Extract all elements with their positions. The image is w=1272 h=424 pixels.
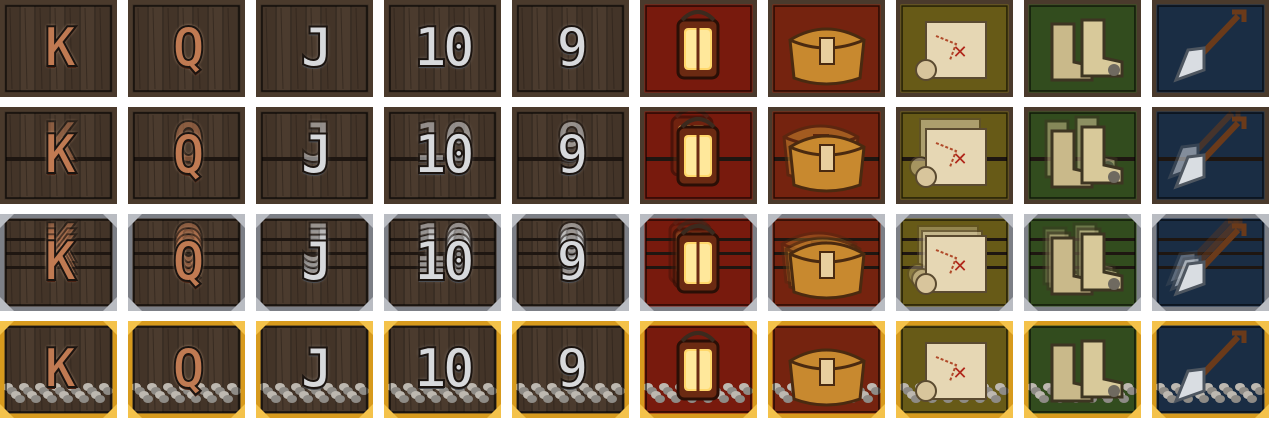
symbol-glyph: 9 bbox=[555, 15, 590, 80]
symbol-9-double-tile: 99 bbox=[512, 107, 629, 204]
symbol-k-plain-tile: K bbox=[0, 0, 117, 97]
symbol-glyph: K bbox=[43, 122, 78, 187]
symbol-shovel-stacked-tile bbox=[1152, 214, 1269, 311]
symbol-map-scroll-gold-tile: ✕ bbox=[896, 321, 1013, 418]
symbol-k-gold-tile: K bbox=[0, 321, 117, 418]
satchel-icon bbox=[788, 27, 866, 86]
symbol-boots-stacked-tile bbox=[1024, 214, 1141, 311]
symbol-j-stacked-tile: JJJJ bbox=[256, 214, 373, 311]
symbol-satchel-stacked-tile bbox=[768, 214, 885, 311]
svg-text:✕: ✕ bbox=[952, 363, 967, 384]
symbol-q-stacked-tile: QQQQ bbox=[128, 214, 245, 311]
symbol-glyph: Q bbox=[171, 229, 206, 294]
symbol-glyph: Q bbox=[171, 15, 206, 80]
symbol-map-scroll-double-tile: ✕ ✕ bbox=[896, 107, 1013, 204]
symbol-glyph: Q bbox=[171, 122, 206, 187]
symbol-k-double-tile: KK bbox=[0, 107, 117, 204]
symbol-sprite-sheet: K Q J 10 9 ✕ K K Q Q J J 10 10 9 9 ✕ K K… bbox=[0, 0, 1272, 424]
lantern-icon bbox=[676, 331, 720, 401]
symbol-satchel-plain-tile bbox=[768, 0, 885, 97]
symbol-shovel-double-tile bbox=[1152, 107, 1269, 204]
symbol-boots-plain-tile bbox=[1024, 0, 1141, 97]
symbol-glyph: K bbox=[43, 229, 78, 294]
lantern-icon bbox=[676, 10, 720, 80]
symbol-lantern-gold-tile bbox=[640, 321, 757, 418]
symbol-glyph: J bbox=[299, 15, 334, 80]
map-scroll-icon: ✕ bbox=[915, 21, 987, 81]
map-scroll-icon: ✕ bbox=[915, 235, 987, 295]
symbol-glyph: 9 bbox=[555, 229, 590, 294]
symbol-10-plain-tile: 10 bbox=[384, 0, 501, 97]
symbol-lantern-plain-tile bbox=[640, 0, 757, 97]
symbol-q-gold-tile: Q bbox=[128, 321, 245, 418]
satchel-icon bbox=[788, 241, 866, 300]
symbol-glyph: K bbox=[43, 336, 78, 401]
map-scroll-icon: ✕ bbox=[915, 128, 987, 188]
svg-text:✕: ✕ bbox=[952, 149, 967, 170]
symbol-lantern-double-tile bbox=[640, 107, 757, 204]
symbol-satchel-double-tile bbox=[768, 107, 885, 204]
symbol-k-stacked-tile: KKKK bbox=[0, 214, 117, 311]
symbol-glyph: J bbox=[299, 336, 334, 401]
symbol-j-gold-tile: J bbox=[256, 321, 373, 418]
symbol-9-plain-tile: 9 bbox=[512, 0, 629, 97]
symbol-glyph: Q bbox=[171, 336, 206, 401]
symbol-glyph: 10 bbox=[413, 122, 476, 187]
symbol-9-gold-tile: 9 bbox=[512, 321, 629, 418]
symbol-glyph: J bbox=[299, 122, 334, 187]
symbol-glyph: K bbox=[43, 15, 78, 80]
satchel-icon bbox=[788, 348, 866, 407]
symbol-q-plain-tile: Q bbox=[128, 0, 245, 97]
symbol-satchel-gold-tile bbox=[768, 321, 885, 418]
symbol-glyph: 10 bbox=[413, 336, 476, 401]
symbol-glyph: J bbox=[299, 229, 334, 294]
symbol-glyph: 9 bbox=[555, 336, 590, 401]
symbol-boots-double-tile bbox=[1024, 107, 1141, 204]
symbol-lantern-stacked-tile bbox=[640, 214, 757, 311]
symbol-glyph: 9 bbox=[555, 122, 590, 187]
svg-text:✕: ✕ bbox=[952, 256, 967, 277]
symbol-glyph: 10 bbox=[413, 229, 476, 294]
symbol-9-stacked-tile: 9999 bbox=[512, 214, 629, 311]
symbol-shovel-gold-tile bbox=[1152, 321, 1269, 418]
symbol-q-double-tile: QQ bbox=[128, 107, 245, 204]
symbol-j-plain-tile: J bbox=[256, 0, 373, 97]
map-scroll-icon: ✕ bbox=[915, 342, 987, 402]
symbol-j-double-tile: JJ bbox=[256, 107, 373, 204]
symbol-10-double-tile: 10 10 bbox=[384, 107, 501, 204]
lantern-icon bbox=[676, 224, 720, 294]
symbol-map-scroll-plain-tile: ✕ bbox=[896, 0, 1013, 97]
svg-text:✕: ✕ bbox=[952, 42, 967, 63]
symbol-shovel-plain-tile bbox=[1152, 0, 1269, 97]
symbol-10-gold-tile: 10 bbox=[384, 321, 501, 418]
lantern-icon bbox=[676, 117, 720, 187]
symbol-boots-gold-tile bbox=[1024, 321, 1141, 418]
symbol-map-scroll-stacked-tile: ✕ ✕ ✕ bbox=[896, 214, 1013, 311]
symbol-glyph: 10 bbox=[413, 15, 476, 80]
symbol-10-stacked-tile: 10 10 10 10 bbox=[384, 214, 501, 311]
satchel-icon bbox=[788, 134, 866, 193]
